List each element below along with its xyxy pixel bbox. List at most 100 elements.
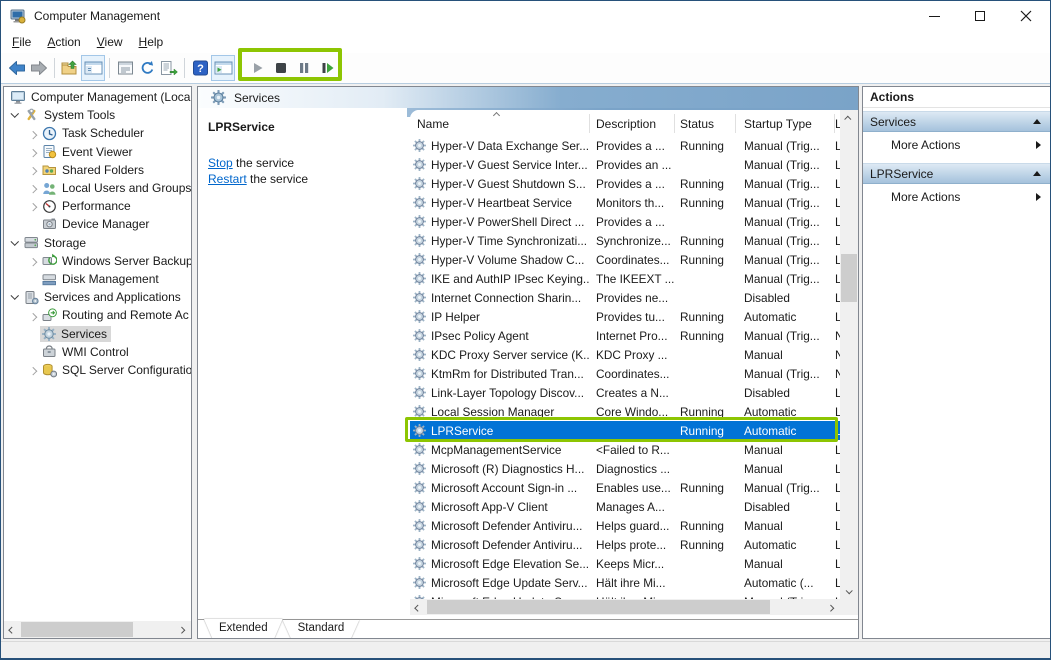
chevron-down-icon[interactable] <box>8 240 22 246</box>
service-row-microsoft-edge-update-s[interactable]: Microsoft Edge Update S...Hält ihre Mi..… <box>410 592 840 599</box>
horizontal-scroll-thumb[interactable] <box>427 600 770 614</box>
service-row-ktmrm-for-distributed-tran[interactable]: KtmRm for Distributed Tran...Coordinates… <box>410 364 840 383</box>
vertical-scroll-thumb[interactable] <box>841 254 857 302</box>
help-button[interactable]: ? <box>189 55 211 81</box>
tree-item-task-scheduler[interactable]: Task Scheduler <box>4 124 191 142</box>
chevron-right-icon[interactable] <box>26 185 40 191</box>
chevron-right-icon[interactable] <box>26 313 40 319</box>
column-header-startup[interactable]: Startup Type <box>744 117 812 131</box>
tree-item-local-users-and-groups[interactable]: Local Users and Groups <box>4 179 191 197</box>
column-header-description[interactable]: Description <box>596 117 656 131</box>
service-gear-icon <box>413 424 426 437</box>
scroll-up-arrow[interactable] <box>840 110 857 126</box>
tree-horizontal-scrollbar[interactable] <box>4 621 191 638</box>
service-row-ip-helper[interactable]: IP HelperProvides tu...RunningAutomaticL <box>410 307 840 326</box>
service-row-link-layer-topology-discov[interactable]: Link-Layer Topology Discov...Creates a N… <box>410 383 840 402</box>
service-row-hyper-v-guest-service-inter[interactable]: Hyper-V Guest Service Inter...Provides a… <box>410 155 840 174</box>
stop-service-link[interactable]: Stop <box>208 156 233 170</box>
service-row-microsoft-edge-update-serv[interactable]: Microsoft Edge Update Serv...Hält ihre M… <box>410 573 840 592</box>
tree-item-services-and-applications[interactable]: Services and Applications <box>4 288 191 306</box>
stop-service-button[interactable] <box>272 55 290 81</box>
tree-item-device-manager[interactable]: Device Manager <box>4 215 191 233</box>
show-console-tree-button[interactable] <box>81 55 105 81</box>
service-row-ike-and-authip-ipsec-keying[interactable]: IKE and AuthIP IPsec Keying...The IKEEXT… <box>410 269 840 288</box>
service-row-hyper-v-time-synchronizati[interactable]: Hyper-V Time Synchronizati...Synchronize… <box>410 231 840 250</box>
service-row-hyper-v-heartbeat-service[interactable]: Hyper-V Heartbeat ServiceMonitors th...R… <box>410 193 840 212</box>
chevron-right-icon[interactable] <box>26 258 40 264</box>
menu-help[interactable]: Help <box>131 32 172 52</box>
tree-item-system-tools[interactable]: System Tools <box>4 106 191 124</box>
collapse-up-icon[interactable] <box>1033 171 1041 176</box>
service-row-microsoft-defender-antiviru[interactable]: Microsoft Defender Antiviru...Helps prot… <box>410 535 840 554</box>
service-row-microsoft-r-diagnostics-h[interactable]: Microsoft (R) Diagnostics H...Diagnostic… <box>410 459 840 478</box>
horizontal-scrollbar[interactable] <box>410 599 840 615</box>
more-actions-services[interactable]: More Actions <box>863 132 1050 158</box>
tree-item-wmi-control[interactable]: WMI Control <box>4 343 191 361</box>
service-row-local-session-manager[interactable]: Local Session ManagerCore Windo...Runnin… <box>410 402 840 421</box>
service-status: Running <box>674 405 735 419</box>
tree-item-computer-management-local[interactable]: Computer Management (Local <box>4 88 191 106</box>
maximize-button[interactable] <box>957 2 1003 30</box>
service-row-internet-connection-sharin[interactable]: Internet Connection Sharin...Provides ne… <box>410 288 840 307</box>
tab-extended[interactable]: Extended <box>204 619 283 639</box>
properties-button[interactable] <box>114 55 136 81</box>
service-row-microsoft-edge-elevation-se[interactable]: Microsoft Edge Elevation Se...Keeps Micr… <box>410 554 840 573</box>
tree-item-services[interactable]: Services <box>4 325 191 343</box>
tree-scroll-left-arrow[interactable] <box>4 621 21 637</box>
service-row-hyper-v-powershell-direct[interactable]: Hyper-V PowerShell Direct ...Provides a … <box>410 212 840 231</box>
chevron-right-icon[interactable] <box>26 131 40 137</box>
service-row-microsoft-defender-antiviru[interactable]: Microsoft Defender Antiviru...Helps guar… <box>410 516 840 535</box>
tree-item-windows-server-backup[interactable]: Windows Server Backup <box>4 252 191 270</box>
scroll-down-arrow[interactable] <box>840 583 857 599</box>
export-list-button[interactable] <box>158 55 180 81</box>
show-action-pane-button[interactable] <box>211 55 235 81</box>
menu-file[interactable]: File <box>4 32 39 52</box>
tree-item-routing-and-remote-ac[interactable]: Routing and Remote Ac <box>4 306 191 324</box>
service-row-microsoft-account-sign-in[interactable]: Microsoft Account Sign-in ...Enables use… <box>410 478 840 497</box>
column-header-status[interactable]: Status <box>680 117 714 131</box>
vertical-scrollbar[interactable] <box>840 110 858 599</box>
tree-item-disk-management[interactable]: Disk Management <box>4 270 191 288</box>
actions-section-services[interactable]: Services <box>863 111 1050 132</box>
refresh-button[interactable] <box>136 55 158 81</box>
pause-service-button[interactable] <box>295 55 313 81</box>
scroll-left-arrow[interactable] <box>410 599 427 615</box>
service-row-hyper-v-data-exchange-ser[interactable]: Hyper-V Data Exchange Ser...Provides a .… <box>410 136 840 155</box>
up-one-level-button[interactable] <box>59 55 81 81</box>
chevron-down-icon[interactable] <box>8 294 22 300</box>
menu-view[interactable]: View <box>89 32 131 52</box>
service-row-microsoft-app-v-client[interactable]: Microsoft App-V ClientManages A...Disabl… <box>410 497 840 516</box>
collapse-up-icon[interactable] <box>1033 119 1041 124</box>
restart-service-button[interactable] <box>318 55 336 81</box>
tree-scroll-right-arrow[interactable] <box>174 621 191 637</box>
tab-standard[interactable]: Standard <box>283 620 360 639</box>
menu-action[interactable]: Action <box>39 32 88 52</box>
restart-service-link[interactable]: Restart <box>208 172 247 186</box>
tree-item-sql-server-configuratio[interactable]: SQL Server Configuratio <box>4 361 191 379</box>
actions-section-lprservice[interactable]: LPRService <box>863 163 1050 184</box>
close-button[interactable] <box>1003 2 1049 30</box>
more-actions-lprservice[interactable]: More Actions <box>863 184 1050 210</box>
service-row-hyper-v-guest-shutdown-s[interactable]: Hyper-V Guest Shutdown S...Provides a ..… <box>410 174 840 193</box>
chevron-down-icon[interactable] <box>8 112 22 118</box>
service-row-ipsec-policy-agent[interactable]: IPsec Policy AgentInternet Pro...Running… <box>410 326 840 345</box>
tree-item-storage[interactable]: Storage <box>4 234 191 252</box>
chevron-right-icon[interactable] <box>26 203 40 209</box>
start-service-button[interactable] <box>249 55 267 81</box>
service-row-lprservice[interactable]: LPRServiceRunningAutomaticL <box>410 421 840 440</box>
service-row-hyper-v-volume-shadow-c[interactable]: Hyper-V Volume Shadow C...Coordinates...… <box>410 250 840 269</box>
chevron-right-icon[interactable] <box>26 149 40 155</box>
service-row-mcpmanagementservice[interactable]: McpManagementService<Failed to R...Manua… <box>410 440 840 459</box>
back-button[interactable] <box>6 55 28 81</box>
tree-item-event-viewer[interactable]: Event Viewer <box>4 143 191 161</box>
chevron-right-icon[interactable] <box>26 367 40 373</box>
column-header-name[interactable]: Name <box>417 117 449 131</box>
service-row-kdc-proxy-server-service-k[interactable]: KDC Proxy Server service (K...KDC Proxy … <box>410 345 840 364</box>
tree-item-performance[interactable]: Performance <box>4 197 191 215</box>
forward-button[interactable] <box>28 55 50 81</box>
scroll-right-arrow[interactable] <box>823 599 840 615</box>
tree-scroll-thumb[interactable] <box>21 622 133 637</box>
chevron-right-icon[interactable] <box>26 167 40 173</box>
minimize-button[interactable] <box>911 2 957 30</box>
tree-item-shared-folders[interactable]: Shared Folders <box>4 161 191 179</box>
